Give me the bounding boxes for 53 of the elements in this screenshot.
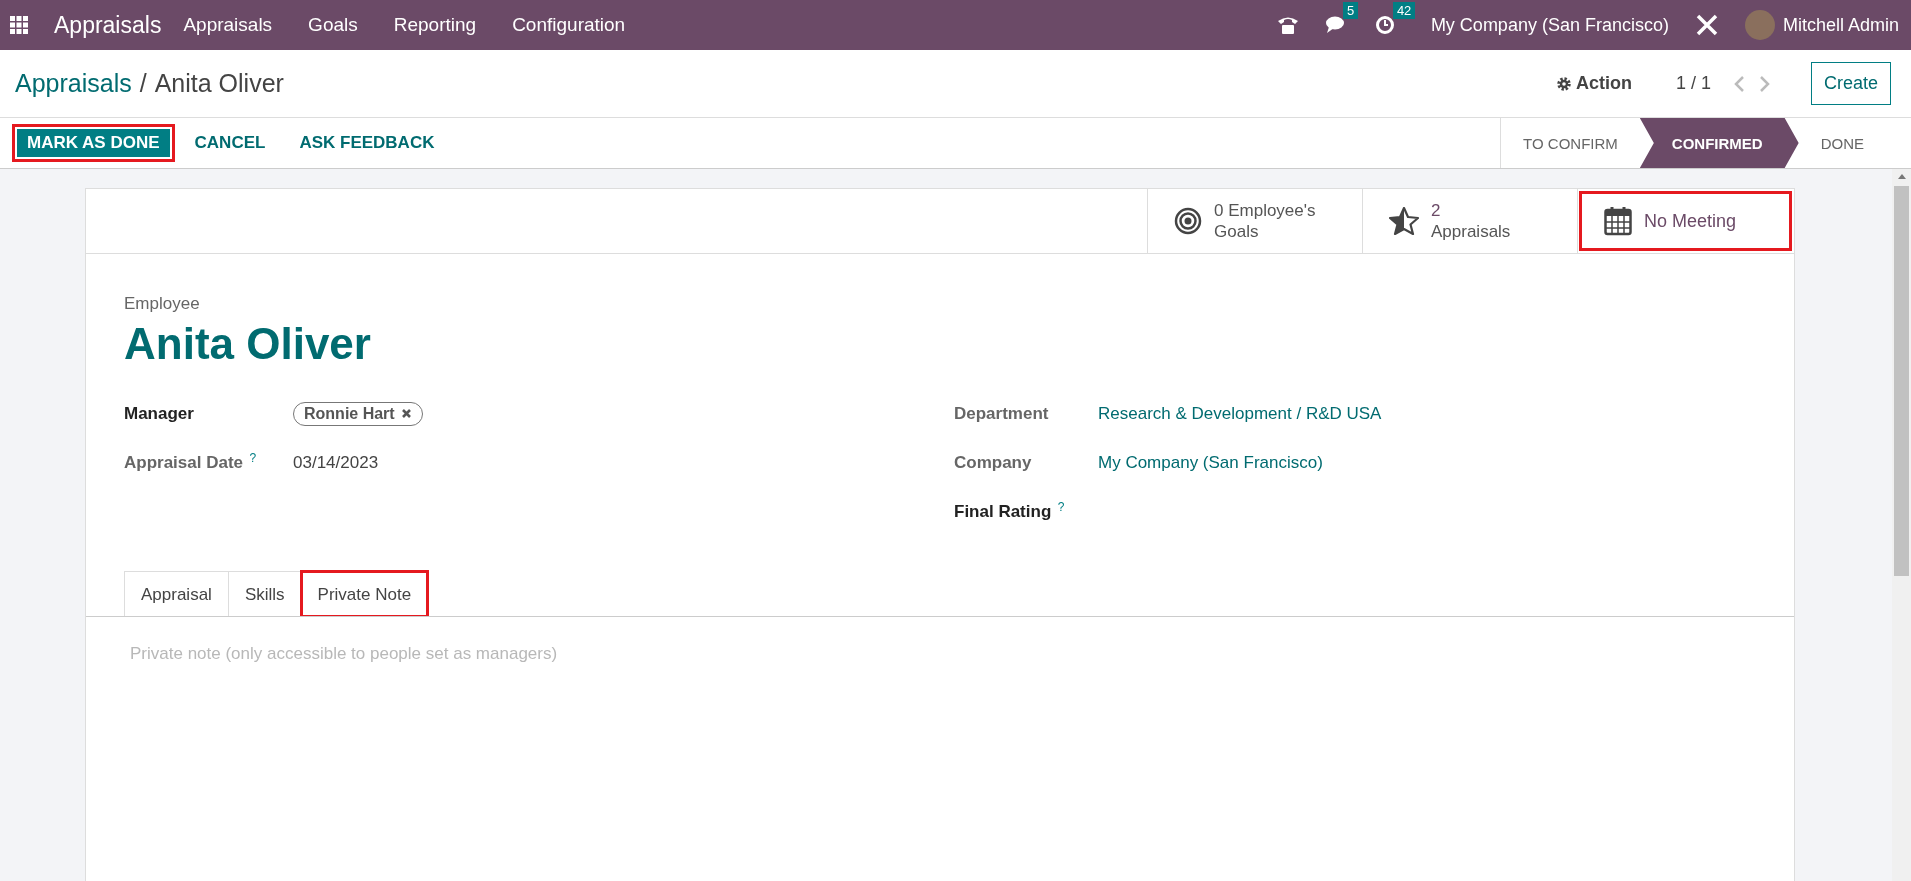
action-button[interactable]: CANCEL <box>180 125 280 161</box>
status-stage[interactable]: DONE <box>1798 118 1886 168</box>
smart-button[interactable]: 2 Appraisals <box>1362 189 1577 253</box>
action-button[interactable]: ASK FEEDBACK <box>285 125 449 161</box>
field-label: Manager <box>124 403 194 423</box>
remove-icon[interactable] <box>400 408 412 419</box>
smart-button[interactable]: No Meeting <box>1577 189 1794 253</box>
smart-button[interactable]: 0 Employee's Goals <box>1147 189 1362 253</box>
company-switcher[interactable]: My Company (San Francisco) <box>1430 14 1669 36</box>
apps-grid-icon[interactable] <box>10 16 28 34</box>
notebook-tab[interactable]: Private Note <box>300 571 429 617</box>
primary-button[interactable]: MARK AS DONE <box>12 124 175 162</box>
target-icon <box>1174 207 1202 235</box>
status-stage[interactable]: CONFIRMED <box>1639 118 1799 168</box>
gear-icon <box>1555 75 1572 92</box>
smart-button-text: Goals <box>1214 221 1260 242</box>
app-name[interactable]: Appraisals <box>54 11 162 39</box>
field-link[interactable]: Research & Development / R&D USA <box>1098 403 1382 424</box>
star-icon <box>1389 207 1419 235</box>
breadcrumb-current: Anita Oliver <box>154 69 284 98</box>
field-label: Employee <box>124 294 201 314</box>
calendar-icon <box>1604 206 1632 236</box>
field-label: Department <box>954 403 1049 423</box>
phone-icon[interactable] <box>1276 15 1299 35</box>
create-button[interactable]: Create <box>1810 62 1891 105</box>
help-tooltip[interactable]: ? <box>1057 500 1065 515</box>
activity-count-badge: 42 <box>1392 2 1416 19</box>
help-tooltip[interactable]: ? <box>249 451 257 466</box>
field-label: Final Rating <box>954 502 1052 522</box>
smart-button-text: 2 <box>1431 200 1442 221</box>
clock-icon[interactable] <box>1374 15 1395 35</box>
field-link[interactable]: My Company (San Francisco) <box>1098 452 1323 473</box>
smart-button-text: No Meeting <box>1644 210 1737 232</box>
field-value: 03/14/2023 <box>293 452 379 473</box>
action-menu[interactable]: Action <box>1555 73 1632 94</box>
breadcrumb-separator: / <box>139 69 147 98</box>
smart-button-text: Appraisals <box>1431 221 1511 242</box>
field-label: Appraisal Date <box>124 453 244 473</box>
smart-button-text: 0 Employee's <box>1214 200 1316 221</box>
scrollbar[interactable] <box>1892 169 1911 881</box>
field-label: Company <box>954 452 1032 472</box>
menu-item[interactable]: Configuration <box>512 14 626 36</box>
user-menu[interactable]: Mitchell Admin <box>1782 14 1899 36</box>
status-stage[interactable]: TO CONFIRM <box>1501 118 1640 168</box>
breadcrumb-link[interactable]: Appraisals <box>15 69 132 98</box>
private-note-input[interactable]: Private note (only accessible to people set as managers) <box>130 644 1754 861</box>
employee-name: Anita Oliver <box>124 319 372 369</box>
menu-item[interactable]: Appraisals <box>183 14 273 36</box>
message-count-badge: 5 <box>1342 2 1359 19</box>
menu-item[interactable]: Goals <box>308 14 358 36</box>
menu-item[interactable]: Reporting <box>393 14 477 36</box>
pager-value: 1 / 1 <box>1675 73 1711 94</box>
scroll-up-icon[interactable] <box>1896 172 1907 180</box>
